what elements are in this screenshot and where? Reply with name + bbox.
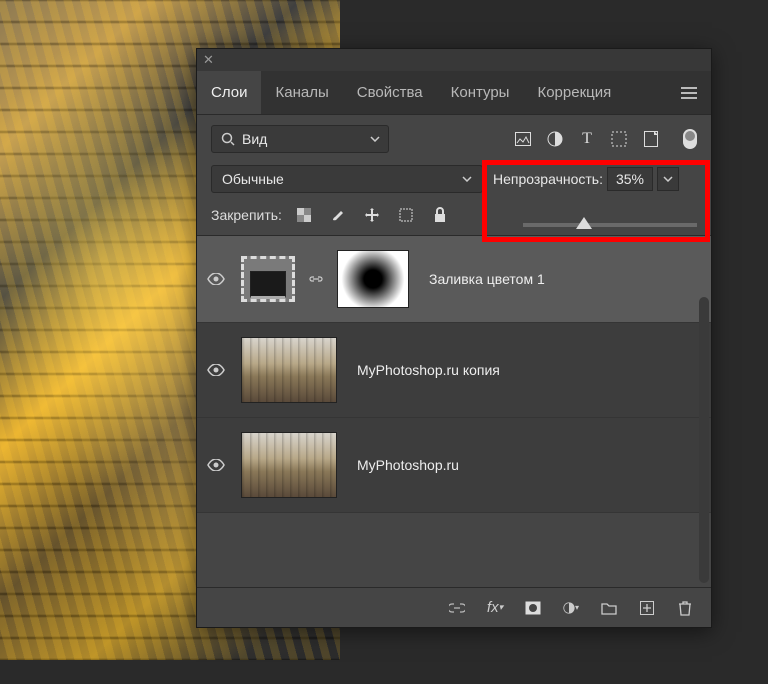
layer-row[interactable]: MyPhotoshop.ru копия (197, 323, 711, 418)
visibility-icon[interactable] (207, 273, 231, 285)
lock-label: Закрепить: (211, 207, 282, 223)
layer-name[interactable]: MyPhotoshop.ru (357, 457, 459, 473)
layers-panel: ✕ Слои Каналы Свойства Контуры Коррекция… (196, 48, 712, 628)
filter-row: Вид T (197, 115, 711, 161)
filter-text-icon[interactable]: T (579, 131, 595, 147)
opacity-label: Непрозрачность: (493, 171, 603, 187)
adjustment-icon[interactable]: ▾ (563, 600, 579, 616)
lock-brush-icon[interactable] (330, 207, 346, 223)
lock-row: Закрепить: (197, 201, 711, 235)
layer-thumbnail-fill[interactable] (241, 256, 295, 302)
visibility-icon[interactable] (207, 364, 231, 376)
slider-thumb[interactable] (576, 217, 592, 229)
panel-titlebar[interactable]: ✕ (197, 49, 711, 71)
layers-bottom-bar: fx▾ ▾ (197, 587, 711, 627)
filter-shape-icon[interactable] (611, 131, 627, 147)
delete-icon[interactable] (677, 600, 693, 616)
blend-row: Обычные Непрозрачность: (197, 161, 711, 201)
filter-image-icon[interactable] (515, 131, 531, 147)
mask-icon[interactable] (525, 600, 541, 616)
tab-properties[interactable]: Свойства (343, 71, 437, 114)
lock-move-icon[interactable] (364, 207, 380, 223)
opacity-dropdown[interactable] (657, 167, 679, 191)
panel-menu-icon[interactable] (667, 71, 711, 114)
layer-name[interactable]: MyPhotoshop.ru копия (357, 362, 500, 378)
new-layer-icon[interactable] (639, 600, 655, 616)
tab-layers[interactable]: Слои (197, 71, 261, 114)
filter-adjust-icon[interactable] (547, 131, 563, 147)
lock-pixels-icon[interactable] (296, 207, 312, 223)
layer-row[interactable]: MyPhotoshop.ru (197, 418, 711, 513)
lock-all-icon[interactable] (432, 207, 448, 223)
tab-paths[interactable]: Контуры (437, 71, 524, 114)
layer-mask-thumbnail[interactable] (337, 250, 409, 308)
filter-smart-icon[interactable] (643, 131, 659, 147)
opacity-input[interactable] (607, 167, 653, 191)
search-label: Вид (242, 131, 267, 147)
group-icon[interactable] (601, 600, 617, 616)
tab-adjustments[interactable]: Коррекция (523, 71, 625, 114)
layers-list: Заливка цветом 1 MyPhotoshop.ru копия My… (197, 235, 711, 513)
layer-row[interactable]: Заливка цветом 1 (197, 236, 711, 323)
blend-mode-combo[interactable]: Обычные (211, 165, 483, 193)
chevron-down-icon (462, 176, 472, 182)
close-icon[interactable]: ✕ (203, 52, 214, 68)
tab-channels[interactable]: Каналы (261, 71, 342, 114)
panel-tabs: Слои Каналы Свойства Контуры Коррекция (197, 71, 711, 115)
blend-mode-value: Обычные (222, 171, 284, 187)
layer-thumbnail[interactable] (241, 337, 337, 403)
filter-toggle[interactable] (683, 129, 697, 149)
layer-name[interactable]: Заливка цветом 1 (429, 271, 545, 287)
scrollbar[interactable] (699, 297, 709, 583)
visibility-icon[interactable] (207, 459, 231, 471)
chevron-down-icon (370, 136, 380, 142)
layer-search-combo[interactable]: Вид (211, 125, 389, 153)
lock-artboard-icon[interactable] (398, 207, 414, 223)
fx-icon[interactable]: fx▾ (487, 600, 503, 616)
link-layers-icon[interactable] (449, 600, 465, 616)
layer-thumbnail[interactable] (241, 432, 337, 498)
opacity-slider[interactable] (523, 223, 697, 227)
search-icon (220, 131, 236, 147)
link-icon[interactable] (305, 272, 327, 286)
